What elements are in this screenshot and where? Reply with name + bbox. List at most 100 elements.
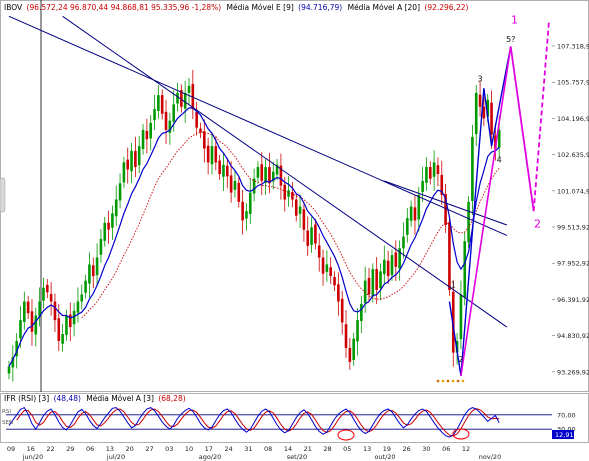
candle-body <box>294 199 298 216</box>
x-month-label: jul/20 <box>106 453 125 461</box>
x-tick-label: 12 <box>462 445 470 453</box>
price-panel-frame <box>0 0 589 392</box>
x-tick-label: 14 <box>284 445 292 453</box>
candle-body <box>474 92 478 135</box>
chart-canvas: 107.318,92 105.757,92 104.196,92 102.635,92… <box>0 0 589 461</box>
candle-body <box>467 201 470 243</box>
candle-body <box>337 284 340 302</box>
y-tick-label: 105.757,92 <box>557 79 589 87</box>
candle-body <box>459 294 463 340</box>
candle-body <box>428 167 432 179</box>
x-tick-label: 06 <box>442 445 450 453</box>
panel-resize-handle[interactable] <box>0 177 6 213</box>
candle-body <box>367 277 371 295</box>
wave-label: 4 <box>497 155 502 164</box>
candle-body <box>172 104 175 122</box>
candle-body <box>72 310 76 325</box>
x-month-label: ago/20 <box>199 453 222 461</box>
candle-body <box>298 206 302 214</box>
x-tick-label: 29 <box>66 445 74 453</box>
candle-body <box>137 146 141 166</box>
candle-body <box>65 315 68 335</box>
candle-body <box>333 276 336 286</box>
candle-body <box>130 150 133 172</box>
candle-body <box>49 294 53 302</box>
y-tick-label: 99.513,92 <box>557 224 589 232</box>
candle-body <box>302 209 306 230</box>
candle-body <box>390 255 394 276</box>
y-tick-label: 93.269,92 <box>557 368 589 376</box>
x-tick-label: 22 <box>46 445 54 453</box>
candle-body <box>68 314 72 328</box>
x-tick-label: 28 <box>323 445 331 453</box>
x-tick-label: 31 <box>244 445 252 453</box>
candle-body <box>111 213 114 228</box>
candle-body <box>103 222 107 241</box>
candle-body <box>203 131 206 149</box>
candle-body <box>88 264 91 284</box>
x-tick-label: 27 <box>145 445 153 453</box>
x-tick-label: 16 <box>27 445 35 453</box>
candle-body <box>34 315 38 335</box>
ohlc-values: (96.572,24 96.870,44 94.868,81 95.335,96… <box>27 3 222 12</box>
candle-body <box>409 206 413 221</box>
candle-body <box>225 165 229 177</box>
candle-body <box>314 224 317 244</box>
candle-body <box>84 280 87 293</box>
candle-body <box>19 320 22 339</box>
marker-dot <box>436 379 440 383</box>
candle-body <box>134 150 137 168</box>
rsi-last-value: 12,91 <box>555 431 574 439</box>
candle-body <box>199 128 202 133</box>
y-tick-label: 101.074,92 <box>557 187 589 195</box>
candle-body <box>340 298 344 323</box>
candle-body <box>237 182 241 202</box>
candle-body <box>471 136 474 201</box>
candle-body <box>241 201 244 221</box>
candle-body <box>344 324 348 348</box>
y-tick-label: 94.830,92 <box>557 332 589 340</box>
candle-body <box>310 227 313 245</box>
x-tick-label: 03 <box>165 445 173 453</box>
rsi-title: IFR (RSI) [3] <box>4 394 49 403</box>
candle-body <box>417 194 421 220</box>
candle-body <box>436 165 440 175</box>
candle-body <box>218 160 221 175</box>
candle-body <box>325 264 329 272</box>
candle-body <box>45 284 49 293</box>
candle-body <box>425 167 428 183</box>
candle-body <box>187 85 191 93</box>
x-month-label: set/20 <box>287 453 307 461</box>
x-tick-label: 06 <box>86 445 94 453</box>
candle-body <box>222 164 225 177</box>
candle-body <box>245 211 248 219</box>
candle-body <box>23 301 26 322</box>
marker-dot <box>446 379 450 383</box>
candle-body <box>371 269 375 297</box>
candle-body <box>126 159 130 170</box>
marker-dot <box>456 379 460 383</box>
projection-label: 1 <box>511 13 518 26</box>
candle-body <box>214 146 218 163</box>
wave-label: 5? <box>506 35 515 44</box>
candle-body <box>463 241 467 298</box>
candle-body <box>26 301 30 314</box>
x-tick-label: 21 <box>304 445 312 453</box>
candle-body <box>352 338 355 360</box>
candle-body <box>7 366 11 374</box>
price-header: IBOV (96.572,24 96.870,44 94.868,81 95.3… <box>4 3 468 12</box>
rsi-left-label-1: RSI <box>2 409 11 415</box>
candle-body <box>210 146 214 165</box>
wave-label: 1 <box>451 281 456 290</box>
ema-label: Média Móvel E [9] <box>227 3 294 12</box>
candle-body <box>256 167 260 178</box>
candle-body <box>478 94 482 107</box>
candle-body <box>42 287 45 301</box>
x-axis: 09 16 22 29 06 13 20 27 03 10 17 24 31 08 14 21 28 05 13 19… <box>7 445 501 461</box>
symbol-label: IBOV <box>4 3 23 12</box>
candle-body <box>386 260 390 277</box>
candle-body <box>153 109 156 121</box>
candle-body <box>360 303 363 322</box>
candle-body <box>160 95 164 114</box>
candle-body <box>183 92 187 109</box>
